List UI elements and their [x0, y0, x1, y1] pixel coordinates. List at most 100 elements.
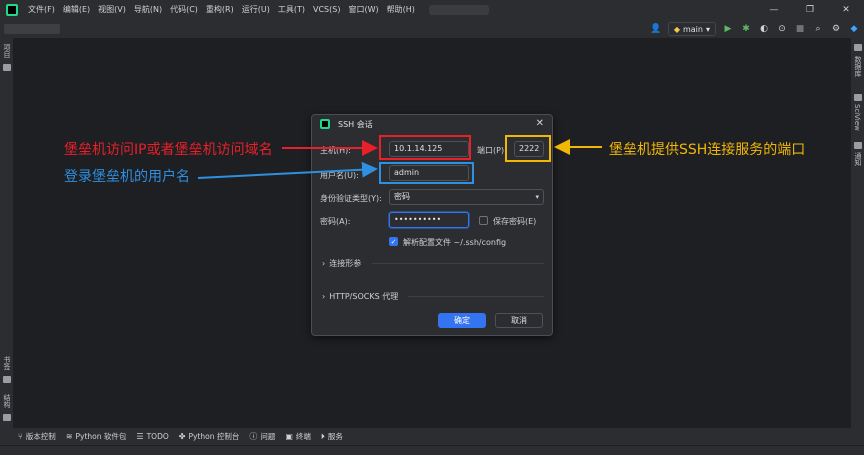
menu-vcs[interactable]: VCS(S) — [309, 0, 344, 20]
auth-type-label: 身份验证类型(Y): — [320, 194, 382, 203]
tool-label: 问题 — [260, 432, 276, 441]
tool-services[interactable]: ⏵ 服务 — [321, 431, 343, 442]
cancel-button[interactable]: 取消 — [495, 313, 543, 328]
bookmark-icon[interactable] — [3, 376, 11, 383]
window-controls: — ❐ ✕ — [756, 0, 864, 20]
bookmarks-tool-label[interactable]: 书签 — [2, 356, 12, 370]
right-tool-strip: 数据库 SciView 通知 — [850, 38, 864, 428]
section-label: HTTP/SOCKS 代理 — [329, 292, 399, 301]
divider — [372, 263, 544, 264]
chevron-down-icon: ▾ — [705, 24, 710, 34]
close-window-button[interactable]: ✕ — [828, 0, 864, 20]
port-label: 端口(P): — [477, 146, 507, 155]
play-icon: ⏵ — [320, 431, 325, 441]
parse-config-label: 解析配置文件 ~/.ssh/config — [403, 238, 507, 247]
tool-label: 终端 — [295, 432, 311, 441]
project-name-blurred — [4, 24, 60, 34]
username-highlight-box — [379, 162, 474, 184]
menu-refactor[interactable]: 重构(R) — [202, 0, 238, 20]
gear-icon[interactable]: ⚙ — [830, 23, 842, 35]
password-label: 密码(A): — [320, 217, 351, 226]
jetbrains-icon[interactable]: ◆ — [848, 23, 860, 35]
status-bar — [0, 445, 864, 455]
branch-selector[interactable]: ◆ main ▾ — [667, 22, 716, 36]
section-label: 连接形参 — [329, 259, 362, 268]
folder-icon[interactable] — [3, 64, 11, 71]
user-icon[interactable]: 👤 — [650, 23, 662, 35]
terminal-icon: ▣ — [285, 432, 293, 441]
title-bar: 文件(F) 编辑(E) 视图(V) 导航(N) 代码(C) 重构(R) 运行(U… — [0, 0, 864, 20]
password-field[interactable]: •••••••••• — [389, 212, 469, 228]
host-highlight-box — [379, 135, 471, 160]
tool-label: TODO — [146, 432, 169, 441]
database-tool-label[interactable]: 数据库 — [853, 56, 863, 77]
tool-label: Python 软件包 — [75, 432, 127, 441]
menu-window[interactable]: 窗口(W) — [344, 0, 382, 20]
coverage-icon[interactable]: ◐ — [758, 23, 770, 35]
menu-edit[interactable]: 编辑(E) — [59, 0, 94, 20]
tool-problems[interactable]: ⓘ 问题 — [249, 431, 275, 442]
minimize-button[interactable]: — — [756, 0, 792, 20]
menu-file[interactable]: 文件(F) — [24, 0, 59, 20]
connection-params-section[interactable]: › 连接形参 — [322, 258, 361, 269]
menu-tools[interactable]: 工具(T) — [274, 0, 309, 20]
layers-icon: ≋ — [65, 432, 73, 441]
tool-python-packages[interactable]: ≋ Python 软件包 — [66, 431, 127, 442]
python-icon: ◆ — [673, 24, 680, 34]
run-icon[interactable]: ▶ — [722, 23, 734, 35]
port-annotation: 堡垒机提供SSH连接服务的端口 — [609, 142, 806, 158]
sciview-icon[interactable] — [854, 94, 862, 101]
save-password-checkbox[interactable] — [479, 216, 488, 225]
project-tool-label[interactable]: 项目 — [2, 44, 12, 58]
proxy-section[interactable]: › HTTP/SOCKS 代理 — [322, 291, 398, 302]
toolbar-actions: 👤 ◆ main ▾ ▶ ✱ ◐ ⊙ ■ ⌕ ⚙ ◆ — [650, 21, 860, 37]
auth-type-select[interactable]: 密码 ▾ — [389, 189, 544, 205]
port-highlight-box — [505, 135, 551, 162]
tool-version-control[interactable]: ⑂ 版本控制 — [18, 431, 56, 442]
notifications-tool-label[interactable]: 通知 — [853, 152, 863, 166]
divider — [408, 296, 544, 297]
chevron-down-icon: ▾ — [535, 193, 539, 201]
stop-icon[interactable]: ■ — [794, 23, 806, 35]
sciview-tool-label[interactable]: SciView — [853, 104, 861, 131]
python-icon: ✤ — [178, 432, 186, 441]
pycharm-logo-icon — [320, 119, 330, 129]
auth-type-value: 密码 — [394, 192, 410, 201]
menu-navigate[interactable]: 导航(N) — [130, 0, 166, 20]
dialog-title-bar: SSH 会话 ✕ — [312, 115, 552, 133]
window-title-placeholder — [428, 5, 489, 15]
bottom-tool-bar: ⑂ 版本控制 ≋ Python 软件包 ☰ TODO ✤ Python 控制台 … — [0, 428, 864, 445]
main-toolbar: 👤 ◆ main ▾ ▶ ✱ ◐ ⊙ ■ ⌕ ⚙ ◆ — [0, 20, 864, 38]
menu-view[interactable]: 视图(V) — [94, 0, 130, 20]
tool-python-console[interactable]: ✤ Python 控制台 — [179, 431, 240, 442]
main-menu: 文件(F) 编辑(E) 视图(V) 导航(N) 代码(C) 重构(R) 运行(U… — [24, 0, 419, 20]
dialog-title: SSH 会话 — [338, 119, 373, 129]
tool-label: 服务 — [327, 432, 343, 441]
debug-icon[interactable]: ✱ — [740, 23, 752, 35]
structure-tool-label[interactable]: 结构 — [2, 394, 12, 408]
host-annotation: 堡垒机访问IP或者堡垒机访问域名 — [64, 142, 273, 158]
host-label: 主机(H): — [320, 146, 351, 155]
structure-icon[interactable] — [3, 414, 11, 421]
parse-config-checkbox[interactable]: ✓ — [389, 237, 398, 246]
chevron-right-icon: › — [322, 292, 326, 301]
left-tool-strip: 项目 书签 结构 — [0, 38, 14, 428]
save-password-label: 保存密码(E) — [493, 217, 537, 226]
branch-label: main — [682, 24, 703, 34]
branch-icon: ⑂ — [18, 432, 23, 441]
close-icon[interactable]: ✕ — [536, 118, 544, 129]
tool-terminal[interactable]: ▣ 终端 — [285, 431, 311, 442]
database-icon[interactable] — [854, 44, 862, 51]
tool-todo[interactable]: ☰ TODO — [136, 432, 168, 441]
menu-help[interactable]: 帮助(H) — [383, 0, 419, 20]
list-icon: ☰ — [136, 432, 144, 441]
profile-icon[interactable]: ⊙ — [776, 23, 788, 35]
restore-button[interactable]: ❐ — [792, 0, 828, 20]
warning-icon: ⓘ — [249, 432, 258, 441]
username-annotation: 登录堡垒机的用户名 — [64, 169, 190, 185]
bell-icon[interactable] — [854, 142, 862, 149]
ok-button[interactable]: 确定 — [438, 313, 486, 328]
search-icon[interactable]: ⌕ — [812, 23, 824, 35]
menu-run[interactable]: 运行(U) — [238, 0, 274, 20]
menu-code[interactable]: 代码(C) — [166, 0, 202, 20]
